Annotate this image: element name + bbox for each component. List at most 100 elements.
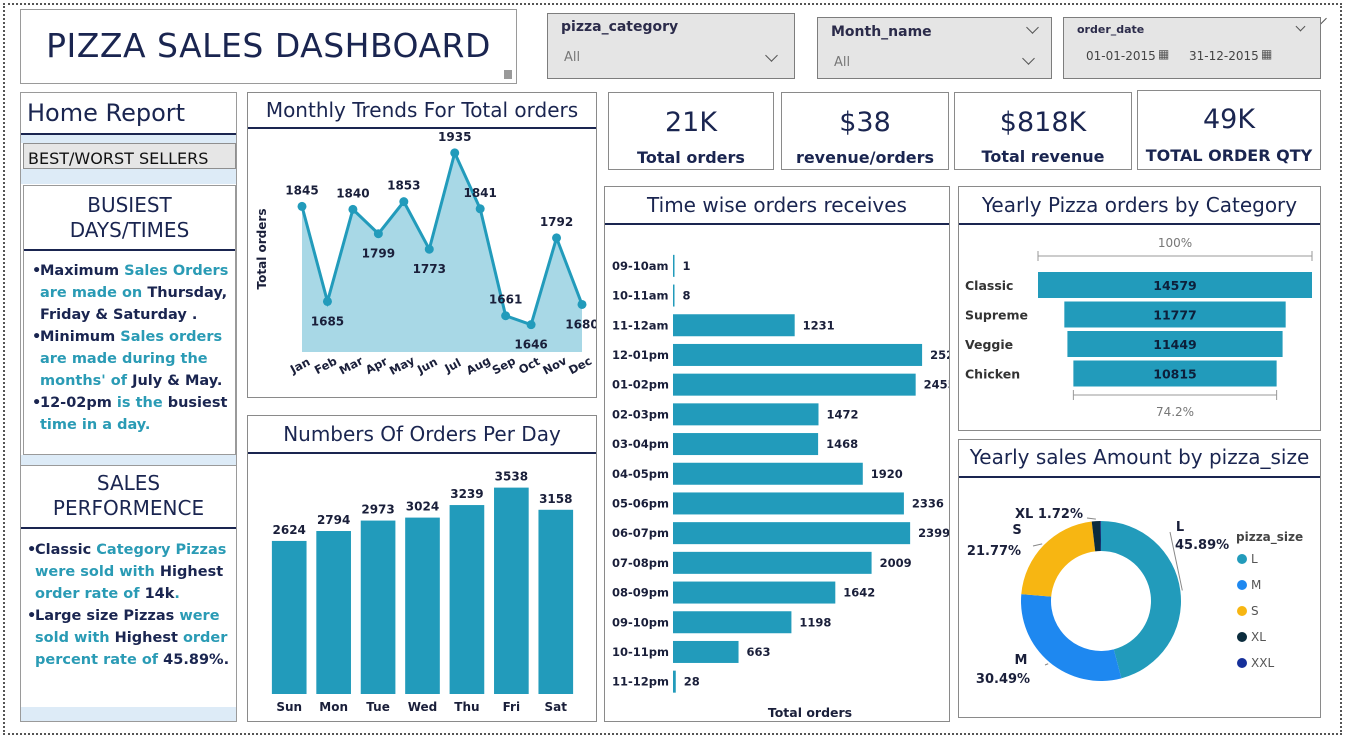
daily-orders-card: Numbers Of Orders Per Day 2624 Sun 2794 Mon…: [247, 415, 597, 722]
chevron-down-icon[interactable]: [1295, 21, 1306, 32]
bar[interactable]: [673, 284, 675, 307]
bar[interactable]: [449, 505, 485, 694]
data-point[interactable]: [552, 233, 562, 243]
bar[interactable]: [673, 462, 863, 485]
slice-label: L: [1176, 520, 1184, 535]
bar[interactable]: [673, 314, 795, 337]
busiest-note-3: 12-02pm is the busiesttime in a day.: [16, 392, 235, 436]
order-date-slicer[interactable]: order_date 01-01-2015 ▦ 31-12-2015 ▦: [1063, 17, 1321, 79]
resize-grip-icon: [504, 70, 512, 79]
pizza-category-value[interactable]: All: [564, 50, 580, 65]
bar[interactable]: [538, 509, 574, 694]
x-tick-label: Fri: [503, 700, 520, 714]
bar[interactable]: [673, 343, 923, 366]
best-worst-sellers-tab[interactable]: BEST/WORST SELLERS: [23, 143, 236, 169]
bar[interactable]: [673, 433, 819, 456]
bar[interactable]: [673, 403, 819, 426]
data-label: 1: [683, 259, 691, 273]
kpi-label: Total revenue: [981, 147, 1105, 166]
data-point[interactable]: [526, 320, 536, 330]
legend-marker[interactable]: [1237, 632, 1247, 642]
bar[interactable]: [673, 640, 739, 663]
legend-label[interactable]: XXL: [1251, 656, 1274, 670]
bar[interactable]: [673, 581, 836, 604]
data-point[interactable]: [577, 299, 587, 309]
legend-label[interactable]: XL: [1251, 630, 1266, 644]
data-point[interactable]: [501, 311, 511, 321]
size-donut-card: Yearly sales Amount by pizza_size L 45.89…: [958, 439, 1321, 718]
data-label: 1231: [803, 318, 835, 332]
data-point[interactable]: [475, 204, 485, 214]
funnel-top-label: 100%: [1158, 236, 1192, 250]
pizza-category-slicer[interactable]: pizza_category All: [547, 12, 1327, 79]
bar[interactable]: [673, 254, 675, 277]
calendar-icon[interactable]: ▦: [1158, 47, 1169, 61]
bar[interactable]: [673, 611, 792, 634]
data-label: 8: [683, 289, 691, 303]
legend-label[interactable]: L: [1251, 552, 1258, 566]
data-label: 1841: [463, 186, 496, 200]
daily-orders-title: Numbers Of Orders Per Day: [248, 416, 596, 454]
bar[interactable]: [673, 373, 916, 396]
data-label: 11777: [1153, 308, 1197, 323]
bar[interactable]: [405, 517, 440, 694]
busiest-title-line-1: BUSIEST: [87, 193, 172, 217]
bar[interactable]: [673, 522, 911, 545]
busiest-title: BUSIEST DAYS/TIMES: [24, 193, 235, 243]
sales-panel: SALES PERFORMENCE Classic Category Pizza…: [21, 465, 236, 709]
bar[interactable]: [271, 540, 307, 694]
y-tick-label: 12-01pm: [612, 348, 669, 362]
size-donut-title: Yearly sales Amount by pizza_size: [959, 440, 1320, 478]
data-label: 11449: [1153, 337, 1197, 352]
bar[interactable]: [673, 670, 676, 693]
chevron-down-icon[interactable]: [765, 49, 778, 62]
legend-label[interactable]: S: [1251, 604, 1259, 618]
bar[interactable]: [494, 487, 529, 694]
y-tick-label: 03-04pm: [612, 437, 669, 451]
data-point[interactable]: [322, 296, 332, 306]
data-point[interactable]: [399, 197, 409, 207]
legend-marker[interactable]: [1237, 554, 1247, 564]
data-point[interactable]: [450, 148, 460, 158]
donut-slice[interactable]: [1021, 594, 1122, 681]
home-report-link[interactable]: Home Report: [27, 99, 185, 127]
month-name-slicer[interactable]: Month_name All: [817, 17, 1052, 79]
data-point[interactable]: [297, 201, 307, 211]
bar[interactable]: [316, 531, 351, 694]
data-point[interactable]: [373, 229, 383, 239]
legend-marker[interactable]: [1237, 606, 1247, 616]
start-date-field[interactable]: 01-01-2015: [1086, 49, 1156, 63]
y-tick-label: 04-05pm: [612, 467, 669, 481]
legend-marker[interactable]: [1237, 658, 1247, 668]
month-name-value[interactable]: All: [834, 55, 850, 70]
bar[interactable]: [360, 520, 396, 694]
divider: [24, 249, 235, 251]
y-tick-label: 05-06pm: [612, 496, 669, 510]
legend-label[interactable]: M: [1251, 578, 1261, 592]
chevron-down-icon[interactable]: [1026, 21, 1039, 34]
kpi-value: $38: [839, 107, 891, 138]
calendar-icon[interactable]: ▦: [1261, 47, 1272, 61]
kpi-value: $818K: [999, 107, 1087, 138]
data-label: 2455: [924, 378, 949, 392]
data-point[interactable]: [424, 244, 434, 254]
data-point[interactable]: [348, 204, 358, 214]
x-tick-label: Tue: [366, 700, 390, 714]
y-tick-label: 08-09pm: [612, 586, 669, 600]
donut-slice[interactable]: [1021, 521, 1096, 597]
sales-notes: Classic Category Pizzaswere sold with Hi…: [11, 539, 236, 671]
data-label: 14579: [1153, 278, 1197, 293]
legend-marker[interactable]: [1237, 580, 1247, 590]
kpi-label: TOTAL ORDER QTY: [1145, 146, 1313, 165]
x-tick-label: Thu: [454, 700, 479, 714]
slice-label: S: [1012, 523, 1021, 538]
y-tick-label: Chicken: [965, 367, 1020, 382]
hourly-orders-title: Time wise orders receives: [605, 187, 949, 225]
x-tick-label: Oct: [516, 354, 543, 377]
category-funnel-card: Yearly Pizza orders by Category 100% Clas…: [958, 186, 1321, 431]
monthly-trend-chart: 1845 1685 1840 1799 1853 1773 1935 1841 1661 1646…: [255, 130, 596, 378]
end-date-field[interactable]: 31-12-2015: [1189, 49, 1259, 63]
bar[interactable]: [673, 492, 904, 515]
bar[interactable]: [673, 551, 872, 574]
chevron-down-icon[interactable]: [1022, 52, 1035, 65]
